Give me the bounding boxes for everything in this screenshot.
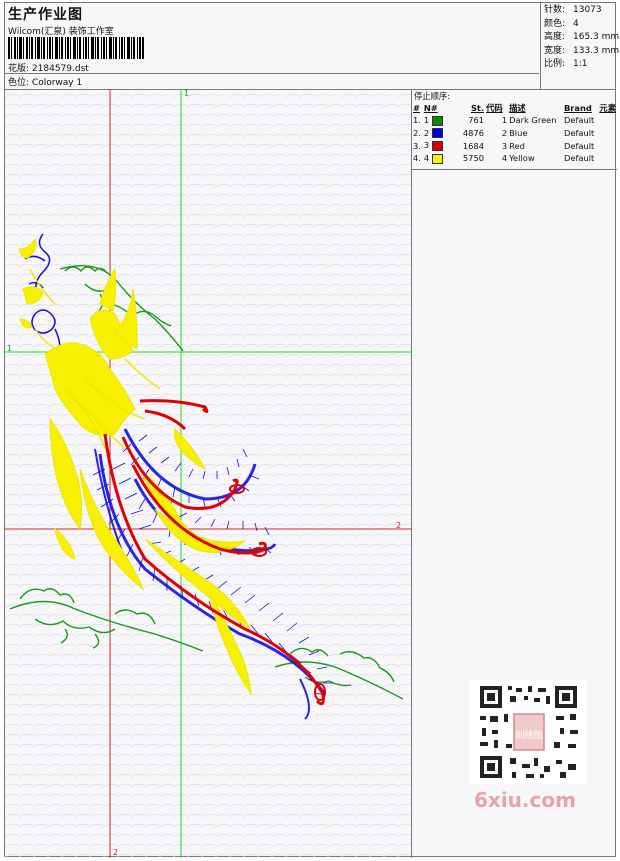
table-row: 2. 2 4876 2 Blue Default [413, 127, 595, 139]
guide-label-red-right: 2 [396, 521, 402, 530]
divider [5, 73, 539, 74]
col-header: 描述 [509, 102, 526, 113]
table-header-row: # N# St. 代码 描述 Brand 元素 [412, 101, 617, 114]
color-swatch [431, 153, 443, 164]
stat-height: 高度: 165.3 mm [544, 32, 620, 42]
color-swatch [431, 115, 443, 126]
guide-label-red-bottom: 2 [113, 848, 119, 857]
qr-stamp-text: 刺绣图 [515, 729, 542, 741]
page-title: 生产作业图 [8, 7, 83, 23]
col-header: 元素 [599, 102, 616, 113]
guide-label-green-left: 1 [7, 344, 13, 353]
stat-width: 宽度: 133.3 mm [544, 45, 620, 56]
col-header: 代码 [486, 102, 503, 113]
col-header: # [413, 102, 420, 113]
col-header: St. [470, 102, 485, 113]
color-swatch [431, 128, 443, 139]
watermark: 6xiu.com [474, 788, 576, 812]
col-header: N# [423, 102, 438, 113]
studio-name: Wilcom(汇泉) 装饰工作室 [8, 27, 114, 37]
table-row: 4. 4 5750 4 Yellow Default [413, 153, 595, 164]
table-row: 1. 1 761 1 Dark Green Default [413, 115, 595, 126]
header-info: 生产作业图 Wilcom(汇泉) 装饰工作室 花版: 2184579.dst 色… [5, 3, 539, 89]
colorway-label: 色位: [8, 78, 30, 88]
stat-scale: 比例: 1:1 [544, 59, 588, 69]
qr-code: 刺绣图 [470, 680, 587, 784]
stat-stitches: 针数: 13073 [544, 5, 602, 15]
col-header: Brand [563, 102, 592, 113]
stat-colors: 颜色: 4 [544, 18, 579, 29]
table-row: 3. 3 1684 3 Red Default [413, 140, 595, 151]
stop-sequence-table: # N# St. 代码 描述 Brand 元素 1. 1 761 1 Dark … [412, 101, 617, 165]
stop-sequence-legend: 停止顺序: # N# St. 代码 描述 Brand 元素 1. 1 761 1… [412, 89, 617, 170]
guide-label-green-top: 1 [184, 89, 190, 98]
design-preview-area: 1 1 2 2 [5, 89, 412, 858]
embroidery-design [5, 89, 411, 858]
barcode [8, 37, 144, 59]
color-swatch [431, 140, 443, 151]
stats-panel: 针数: 13073 颜色: 4 高度: 165.3 mm 宽度: 133.3 mm 比例… [540, 3, 620, 89]
colorway-value: Colorway 1 [31, 78, 83, 88]
colorway-info: 色位: Colorway 1 [8, 75, 82, 88]
